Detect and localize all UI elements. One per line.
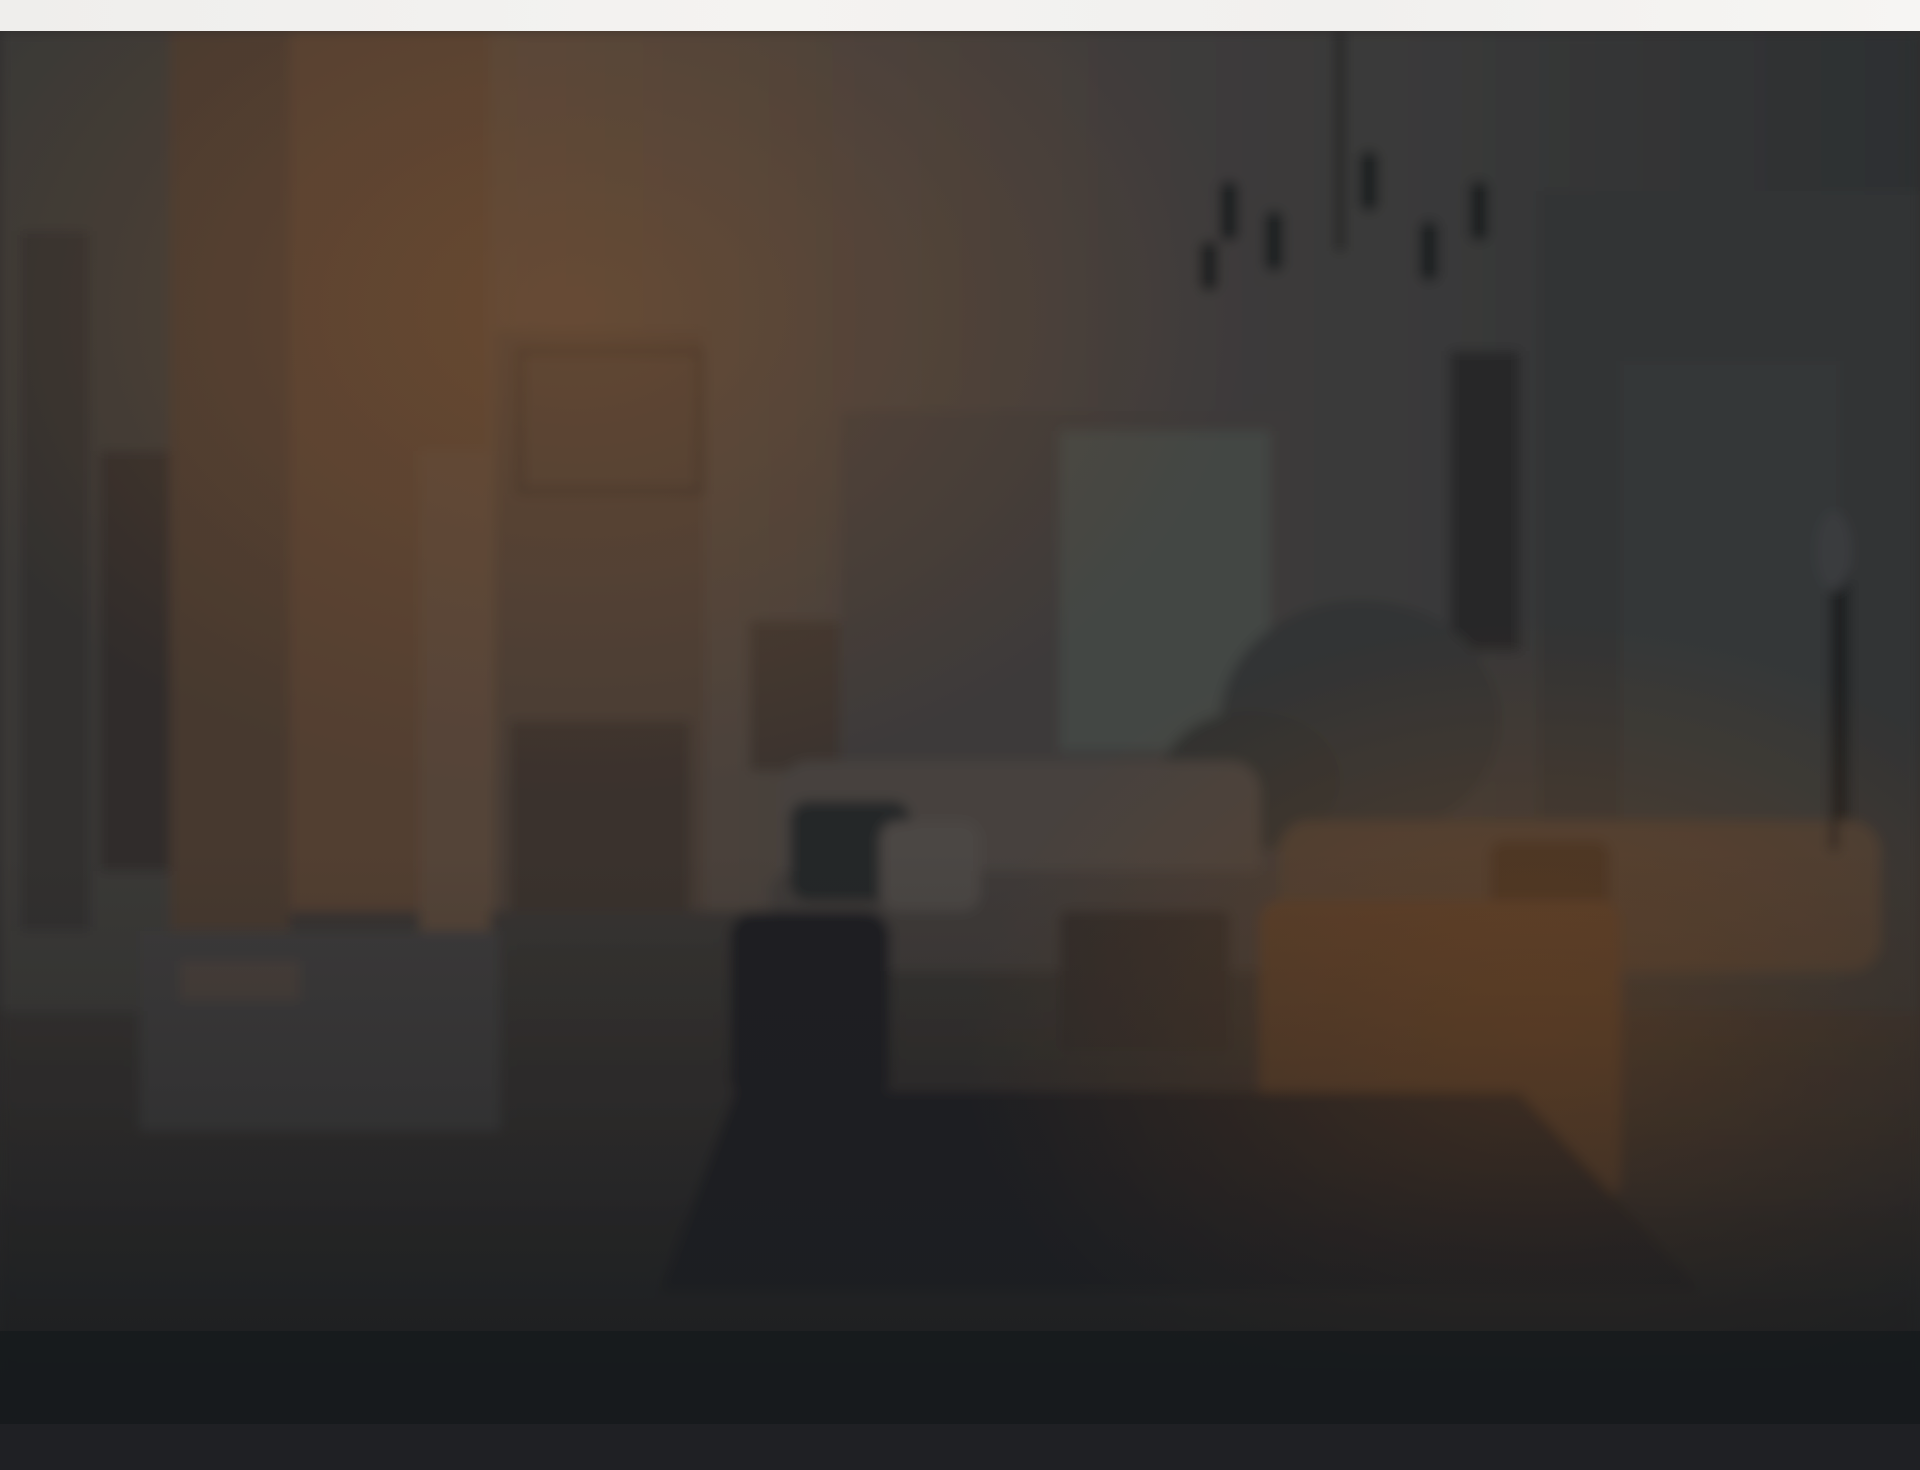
bottom-bar [0, 1424, 1920, 1470]
hero-background [0, 31, 1920, 1424]
living-room-photo [0, 31, 1920, 1424]
top-bar [0, 0, 1920, 31]
